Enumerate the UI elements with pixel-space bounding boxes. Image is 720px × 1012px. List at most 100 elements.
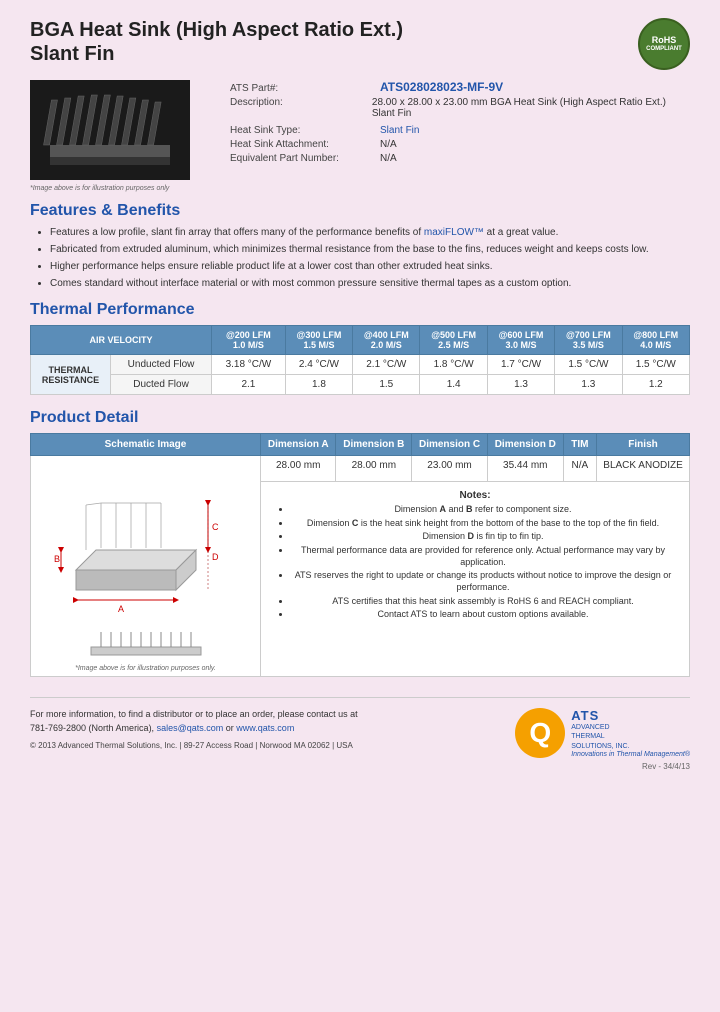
table-cell: 2.1 xyxy=(212,375,286,395)
dim-c-value: 23.00 mm xyxy=(412,456,488,482)
col-600lfm: @600 LFM3.0 M/S xyxy=(487,326,554,355)
thermal-section-title: Thermal Performance xyxy=(30,301,690,319)
list-item: Thermal performance data are provided fo… xyxy=(291,545,675,568)
dim-c-header: Dimension C xyxy=(412,434,488,456)
equivalent-part-row: Equivalent Part Number: N/A xyxy=(230,153,690,164)
product-detail-section-title: Product Detail xyxy=(30,409,690,427)
col-200lfm: @200 LFM1.0 M/S xyxy=(212,326,286,355)
product-image-block: *Image above is for illustration purpose… xyxy=(30,80,210,192)
dimensions-row: A B C D xyxy=(31,456,690,482)
col-300lfm: @300 LFM1.5 M/S xyxy=(285,326,352,355)
schematic-cell: A B C D xyxy=(31,456,261,677)
col-800lfm: @800 LFM4.0 M/S xyxy=(622,326,689,355)
attachment-label: Heat Sink Attachment: xyxy=(230,139,380,150)
side-view-svg xyxy=(86,627,206,662)
schematic-image-header: Schematic Image xyxy=(31,434,261,456)
table-cell: 2.4 °C/W xyxy=(285,355,352,375)
dim-a-header: Dimension A xyxy=(261,434,336,456)
list-item: Contact ATS to learn about custom option… xyxy=(291,609,675,621)
page-number: Rev - 34/4/13 xyxy=(30,762,690,771)
list-item: ATS certifies that this heat sink assemb… xyxy=(291,596,675,608)
svg-text:A: A xyxy=(117,604,123,614)
features-section-title: Features & Benefits xyxy=(30,202,690,220)
header-section: BGA Heat Sink (High Aspect Ratio Ext.) S… xyxy=(30,18,690,70)
ats-q-logo: Q xyxy=(515,708,565,758)
footer-copyright: © 2013 Advanced Thermal Solutions, Inc. … xyxy=(30,741,358,750)
col-400lfm: @400 LFM2.0 M/S xyxy=(353,326,420,355)
table-cell: 1.7 °C/W xyxy=(487,355,554,375)
table-cell: 1.3 xyxy=(555,375,622,395)
list-item: Dimension C is the heat sink height from… xyxy=(291,518,675,530)
list-item: Features a low profile, slant fin array … xyxy=(50,226,690,240)
table-cell: 1.2 xyxy=(622,375,689,395)
list-item: Fabricated from extruded aluminum, which… xyxy=(50,243,690,257)
svg-text:B: B xyxy=(54,554,60,564)
tim-value: N/A xyxy=(563,456,596,482)
attachment-value: N/A xyxy=(380,139,397,150)
title-block: BGA Heat Sink (High Aspect Ratio Ext.) S… xyxy=(30,18,403,66)
list-item: Comes standard without interface materia… xyxy=(50,277,690,291)
part-number-label: ATS Part#: xyxy=(230,83,380,94)
table-cell: 2.1 °C/W xyxy=(353,355,420,375)
table-row: THERMAL RESISTANCE Unducted Flow 3.18 °C… xyxy=(31,355,690,375)
table-cell: 1.5 °C/W xyxy=(622,355,689,375)
notes-section: Notes: Dimension A and B refer to compon… xyxy=(267,486,683,627)
product-detail-table: Schematic Image Dimension A Dimension B … xyxy=(30,433,690,677)
ats-tagline: Innovations in Thermal Management® xyxy=(571,751,690,758)
rohs-compliant-text: COMPLIANT xyxy=(646,46,682,53)
finish-value: BLACK ANODIZE xyxy=(597,456,690,482)
table-row: Ducted Flow 2.1 1.8 1.5 1.4 1.3 1.3 1.2 xyxy=(31,375,690,395)
table-cell: 1.8 °C/W xyxy=(420,355,487,375)
table-cell: 1.5 xyxy=(353,375,420,395)
table-cell: 1.4 xyxy=(420,375,487,395)
finish-header: Finish xyxy=(597,434,690,456)
dim-b-value: 28.00 mm xyxy=(336,456,412,482)
footer-phone: 781-769-2800 (North America), xyxy=(30,723,154,733)
dim-d-header: Dimension D xyxy=(487,434,563,456)
svg-text:D: D xyxy=(212,552,219,562)
dim-a-value: 28.00 mm xyxy=(261,456,336,482)
list-item: ATS reserves the right to update or chan… xyxy=(291,570,675,593)
product-image xyxy=(30,80,190,180)
schematic-caption: *Image above is for illustration purpose… xyxy=(37,665,254,672)
footer-logo: Q ATS ADVANCED THERMAL SOLUTIONS, INC. I… xyxy=(515,708,690,758)
table-cell: 1.8 xyxy=(285,375,352,395)
table-cell: 1.3 xyxy=(487,375,554,395)
ducted-label: Ducted Flow xyxy=(111,375,212,395)
rohs-text: RoHS xyxy=(652,35,677,46)
thermal-performance-table: AIR VELOCITY @200 LFM1.0 M/S @300 LFM1.5… xyxy=(30,325,690,395)
notes-list: Dimension A and B refer to component siz… xyxy=(275,504,675,621)
footer-contact-label: For more information, to find a distribu… xyxy=(30,709,358,719)
footer-email[interactable]: sales@qats.com xyxy=(157,723,224,733)
rohs-badge: RoHS COMPLIANT xyxy=(638,18,690,70)
footer-contact-text: For more information, to find a distribu… xyxy=(30,708,358,735)
footer-section: For more information, to find a distribu… xyxy=(30,697,690,758)
product-details-block: ATS Part#: ATS028028023-MF-9V Descriptio… xyxy=(230,80,690,192)
notes-title: Notes: xyxy=(275,490,675,501)
company-name-line3: SOLUTIONS, INC. xyxy=(571,742,690,751)
q-letter: Q xyxy=(529,717,551,749)
part-number-value: ATS028028023-MF-9V xyxy=(380,80,503,94)
svg-text:C: C xyxy=(212,522,219,532)
col-500lfm: @500 LFM2.5 M/S xyxy=(420,326,487,355)
description-label: Description: xyxy=(230,97,372,108)
heat-sink-type-label: Heat Sink Type: xyxy=(230,125,380,136)
table-cell: 1.5 °C/W xyxy=(555,355,622,375)
footer-website[interactable]: www.qats.com xyxy=(236,723,294,733)
equivalent-part-label: Equivalent Part Number: xyxy=(230,153,380,164)
dim-d-value: 35.44 mm xyxy=(487,456,563,482)
attachment-row: Heat Sink Attachment: N/A xyxy=(230,139,690,150)
ats-letters: ATS xyxy=(571,708,690,723)
maxiflow-highlight: maxiFLOW™ xyxy=(424,227,484,238)
company-name-line1: ADVANCED xyxy=(571,723,690,732)
schematic-svg: A B C D xyxy=(46,460,246,620)
dim-b-header: Dimension B xyxy=(336,434,412,456)
thermal-resistance-label: THERMAL RESISTANCE xyxy=(31,355,111,395)
product-info-section: *Image above is for illustration purpose… xyxy=(30,80,690,192)
footer-text-block: For more information, to find a distribu… xyxy=(30,708,358,750)
list-item: Dimension A and B refer to component siz… xyxy=(291,504,675,516)
notes-cell: Notes: Dimension A and B refer to compon… xyxy=(261,481,690,676)
description-value: 28.00 x 28.00 x 23.00 mm BGA Heat Sink (… xyxy=(372,97,690,119)
footer-or: or xyxy=(226,723,234,733)
list-item: Higher performance helps ensure reliable… xyxy=(50,260,690,274)
